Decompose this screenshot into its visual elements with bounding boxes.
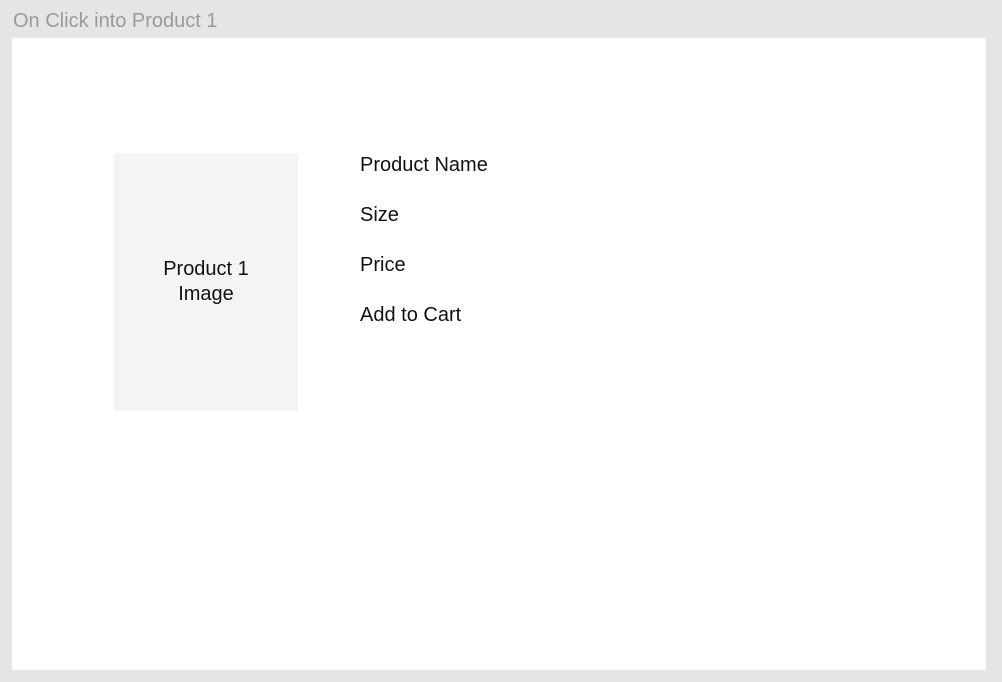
product-size: Size [360, 204, 399, 226]
product-price: Price [360, 254, 406, 276]
product-image-placeholder: Product 1 Image [114, 153, 298, 411]
add-to-cart-button[interactable]: Add to Cart [360, 302, 488, 328]
product-name: Product Name [360, 154, 488, 176]
product-image-label: Product 1 Image [163, 258, 249, 305]
product-details: Product Name Size Price Add to Cart [360, 152, 488, 352]
frame-title: On Click into Product 1 [13, 10, 218, 32]
product-detail-frame: Product 1 Image Product Name Size Price … [12, 38, 986, 670]
